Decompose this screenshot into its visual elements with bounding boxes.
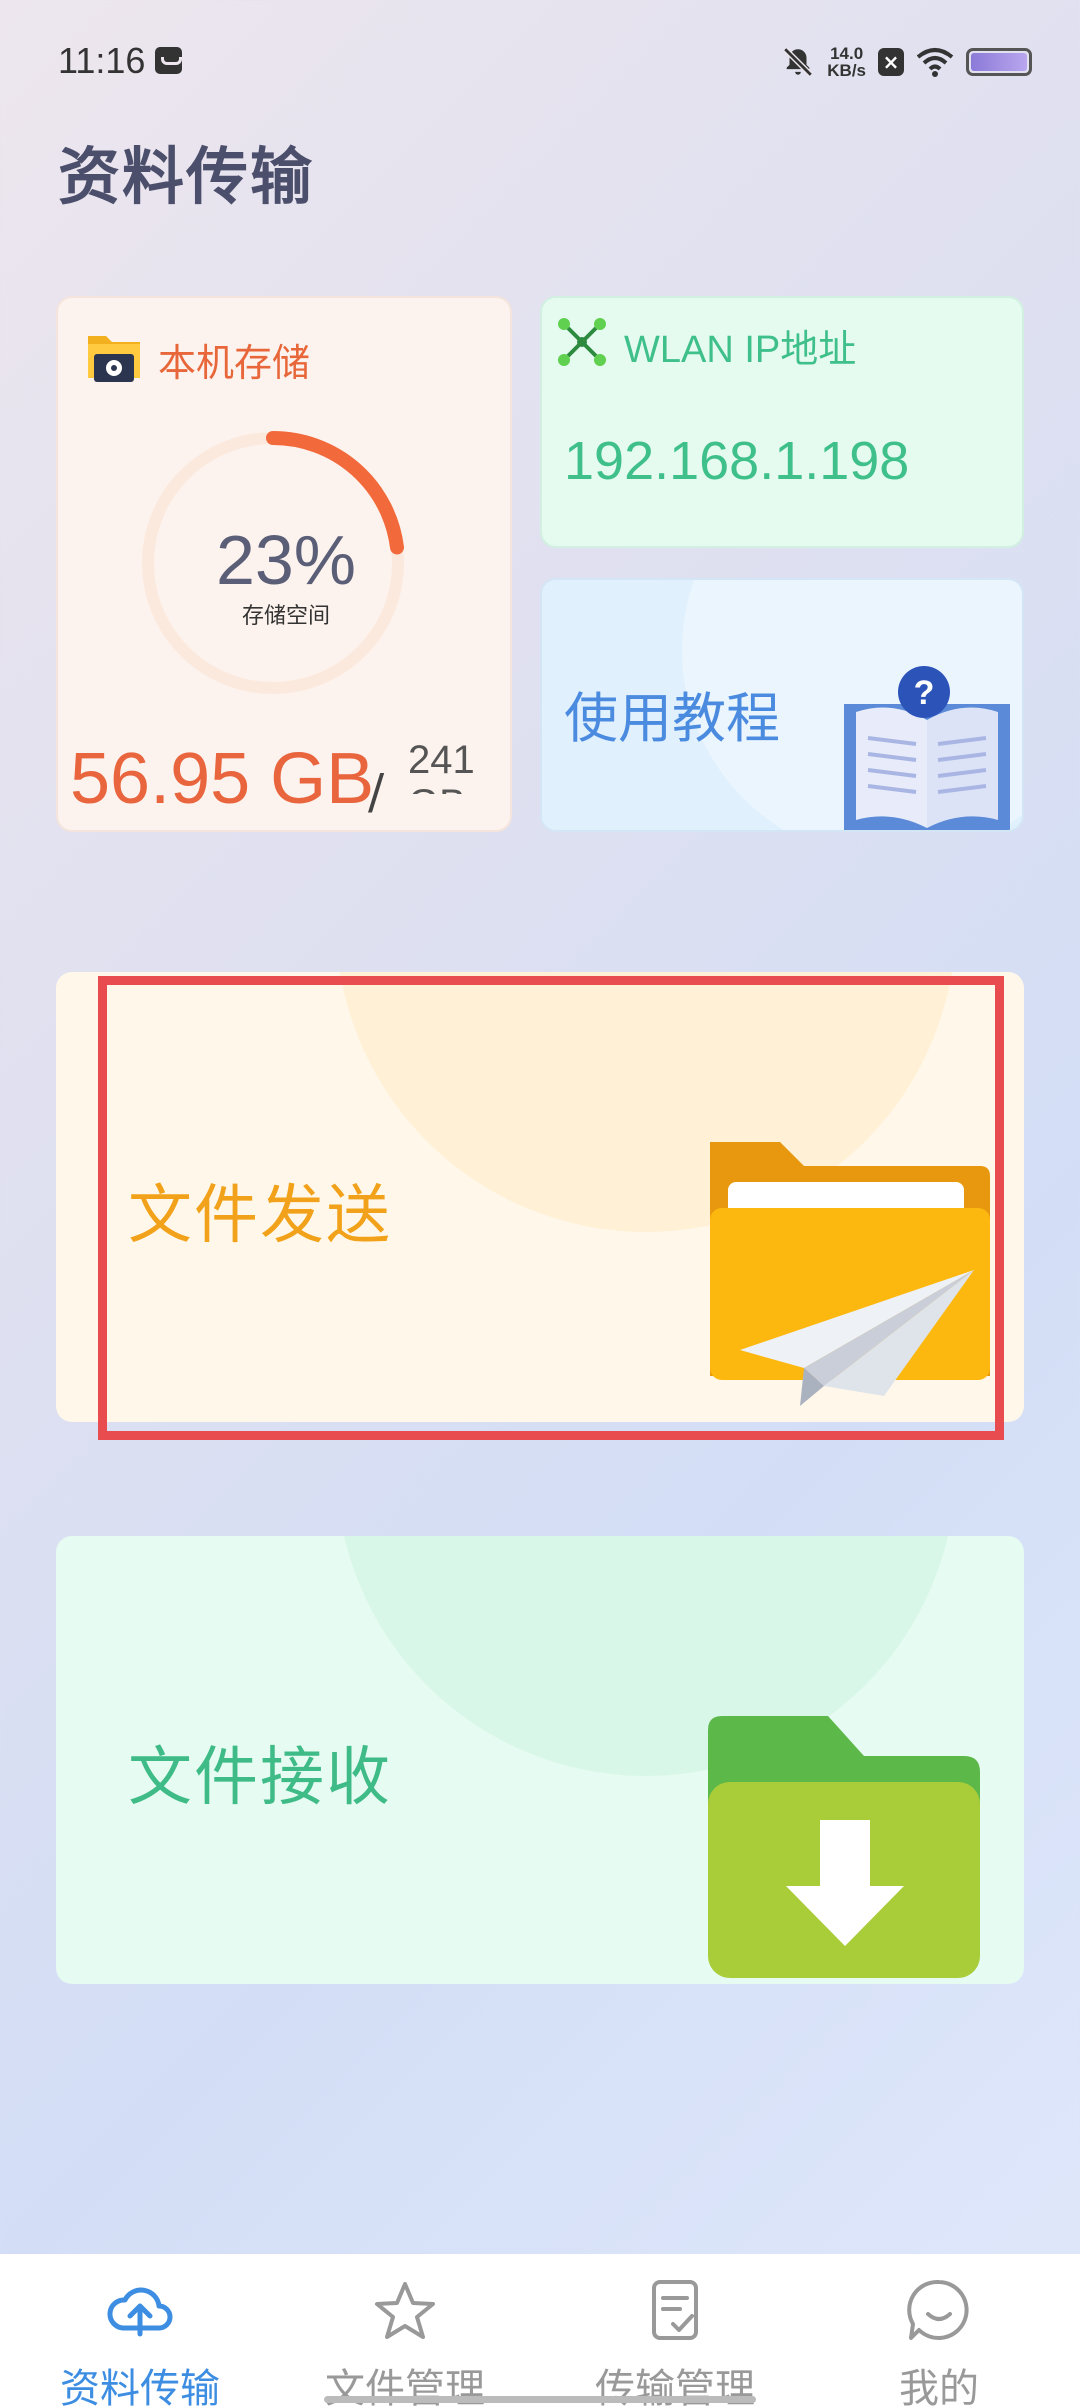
tutorial-title: 使用教程 [564, 687, 780, 750]
wlan-ip-title: WLAN IP地址 [624, 329, 857, 371]
storage-used: 56.95 GB [70, 739, 375, 819]
svg-text:?: ? [914, 674, 935, 712]
wifi-icon [916, 48, 954, 77]
bell-muted-icon [783, 47, 814, 77]
nav-item-data-transfer[interactable]: 资料传输 [5, 2254, 275, 2408]
home-indicator[interactable] [324, 2396, 756, 2403]
tutorial-card[interactable]: 使用教程 ? [540, 578, 1024, 832]
file-receive-title: 文件接收 [128, 1741, 392, 1815]
wlan-ip-card[interactable]: WLAN IP地址 192.168.1.198 [540, 296, 1024, 548]
storage-percent-label: 存储空间 [241, 604, 330, 629]
local-storage-card[interactable]: 本机存储 23% 存储空间 56.95 GB / 241 GB [56, 296, 512, 832]
send-card-highlight [98, 976, 1004, 1440]
cloud-upload-icon [107, 2287, 173, 2337]
network-speed-value: 14.0 [830, 44, 864, 63]
nav-item-me[interactable]: 我的 [804, 2254, 1074, 2408]
folder-download-icon [708, 1716, 980, 1978]
bottom-navigation: 资料传输 文件管理 传输管理 我的 [0, 2254, 1080, 2408]
nav-label-me: 我的 [899, 2366, 979, 2408]
local-storage-title: 本机存储 [158, 341, 311, 385]
help-book-icon: ? [844, 666, 1010, 830]
file-receive-card[interactable]: 文件接收 [56, 1536, 1024, 1984]
network-speed-unit: KB/s [827, 61, 866, 80]
storage-percent: 23% [215, 521, 357, 599]
nav-item-file-manager[interactable]: 文件管理 [270, 2254, 540, 2408]
document-check-icon [652, 2280, 698, 2340]
folder-disk-icon [88, 336, 140, 382]
storage-separator: / [368, 764, 385, 820]
status-icons: 14.0 KB/s × [781, 42, 1032, 82]
nav-label-data-transfer: 资料传输 [60, 2366, 220, 2408]
storage-total: 241 GB [408, 738, 475, 794]
wlan-ip-address: 192.168.1.198 [564, 431, 910, 491]
smile-icon [907, 2279, 969, 2340]
status-time: 11:16 [58, 40, 146, 81]
no-sim-icon: × [878, 48, 904, 76]
nav-item-transfer-manager[interactable]: 传输管理 [540, 2254, 810, 2408]
page-title: 资料传输 [58, 140, 315, 213]
network-speed: 14.0 KB/s [827, 45, 866, 79]
message-notification-icon [155, 47, 182, 74]
network-nodes-icon [558, 318, 606, 366]
star-icon [375, 2282, 435, 2339]
battery-icon [966, 48, 1032, 76]
